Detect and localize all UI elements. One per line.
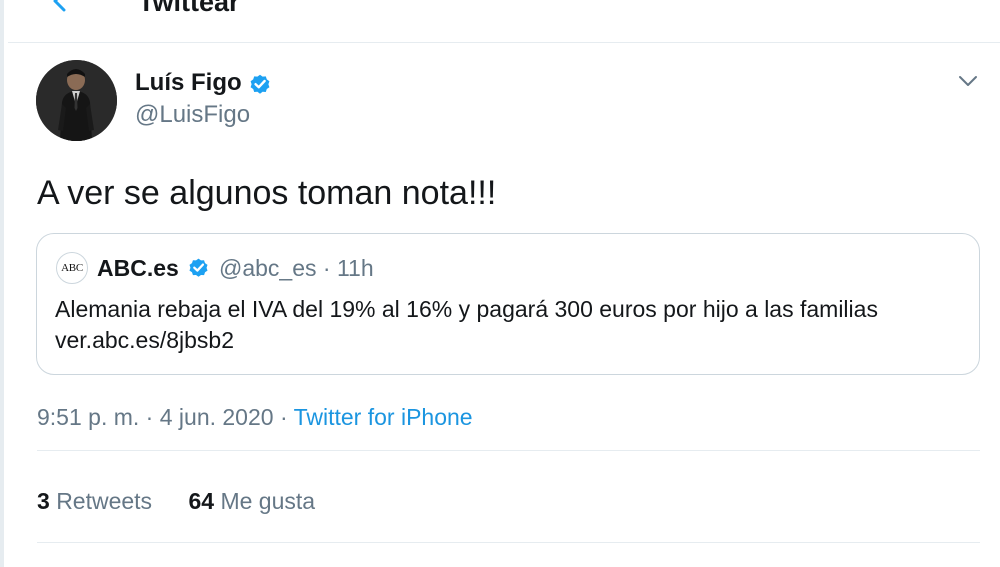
retweets-label: Retweets: [56, 488, 153, 514]
quoted-separator: ·: [322, 255, 331, 281]
quoted-tweet-card[interactable]: ABC ABC.es @abc_es · 11h Alemania rebaja…: [36, 233, 980, 375]
source-link[interactable]: Twitter for iPhone: [294, 404, 473, 430]
tweet-timestamp: 9:51 p. m. · 4 jun. 2020 · Twitter for i…: [37, 402, 473, 432]
tweet-date[interactable]: 4 jun. 2020: [160, 404, 274, 430]
verified-badge-icon: [189, 258, 208, 277]
quoted-link: ver.abc.es/8jbsb2: [55, 327, 235, 353]
divider: [37, 450, 980, 451]
quoted-text: Alemania rebaja el IVA del 19% al 16% y …: [55, 294, 965, 356]
author-name[interactable]: Luís Figo: [135, 68, 242, 98]
likes-count: 64: [188, 488, 215, 514]
chevron-down-icon: [959, 76, 977, 86]
quoted-avatar-logo: ABC: [61, 262, 83, 274]
likes-label: Me gusta: [220, 488, 316, 514]
page-title: Twittear: [138, 0, 240, 17]
author-avatar[interactable]: [36, 60, 117, 141]
retweets-count: 3: [37, 488, 50, 514]
likes-stat[interactable]: 64 Me gusta: [188, 486, 315, 516]
top-bar: Twittear: [8, 0, 1000, 43]
divider: [37, 542, 980, 543]
more-options-button[interactable]: [955, 68, 981, 94]
quoted-text-line: Alemania rebaja el IVA del 19% al 16% y …: [55, 296, 878, 322]
engagement-stats: 3 Retweets 64 Me gusta: [37, 486, 315, 516]
timestamp-separator: ·: [279, 404, 288, 430]
back-button[interactable]: [46, 0, 76, 16]
arrow-left-icon: [53, 0, 66, 12]
author-photo: [36, 60, 117, 141]
retweets-stat[interactable]: 3 Retweets: [37, 486, 152, 516]
quoted-author-name: ABC.es: [97, 255, 179, 281]
quoted-time: 11h: [336, 255, 374, 281]
author-handle[interactable]: @LuisFigo: [135, 100, 250, 130]
tweet-time[interactable]: 9:51 p. m.: [37, 404, 139, 430]
quoted-avatar: ABC: [56, 252, 88, 284]
verified-badge-icon: [250, 74, 270, 94]
quoted-handle: @abc_es: [219, 255, 317, 281]
quoted-meta: @abc_es · 11h: [219, 254, 374, 282]
timestamp-separator: ·: [145, 404, 154, 430]
tweet-text: A ver se algunos toman nota!!!: [37, 174, 497, 212]
tweet-detail-view: Twittear Luís Figo @LuisFigo A ver se al…: [0, 0, 1000, 567]
